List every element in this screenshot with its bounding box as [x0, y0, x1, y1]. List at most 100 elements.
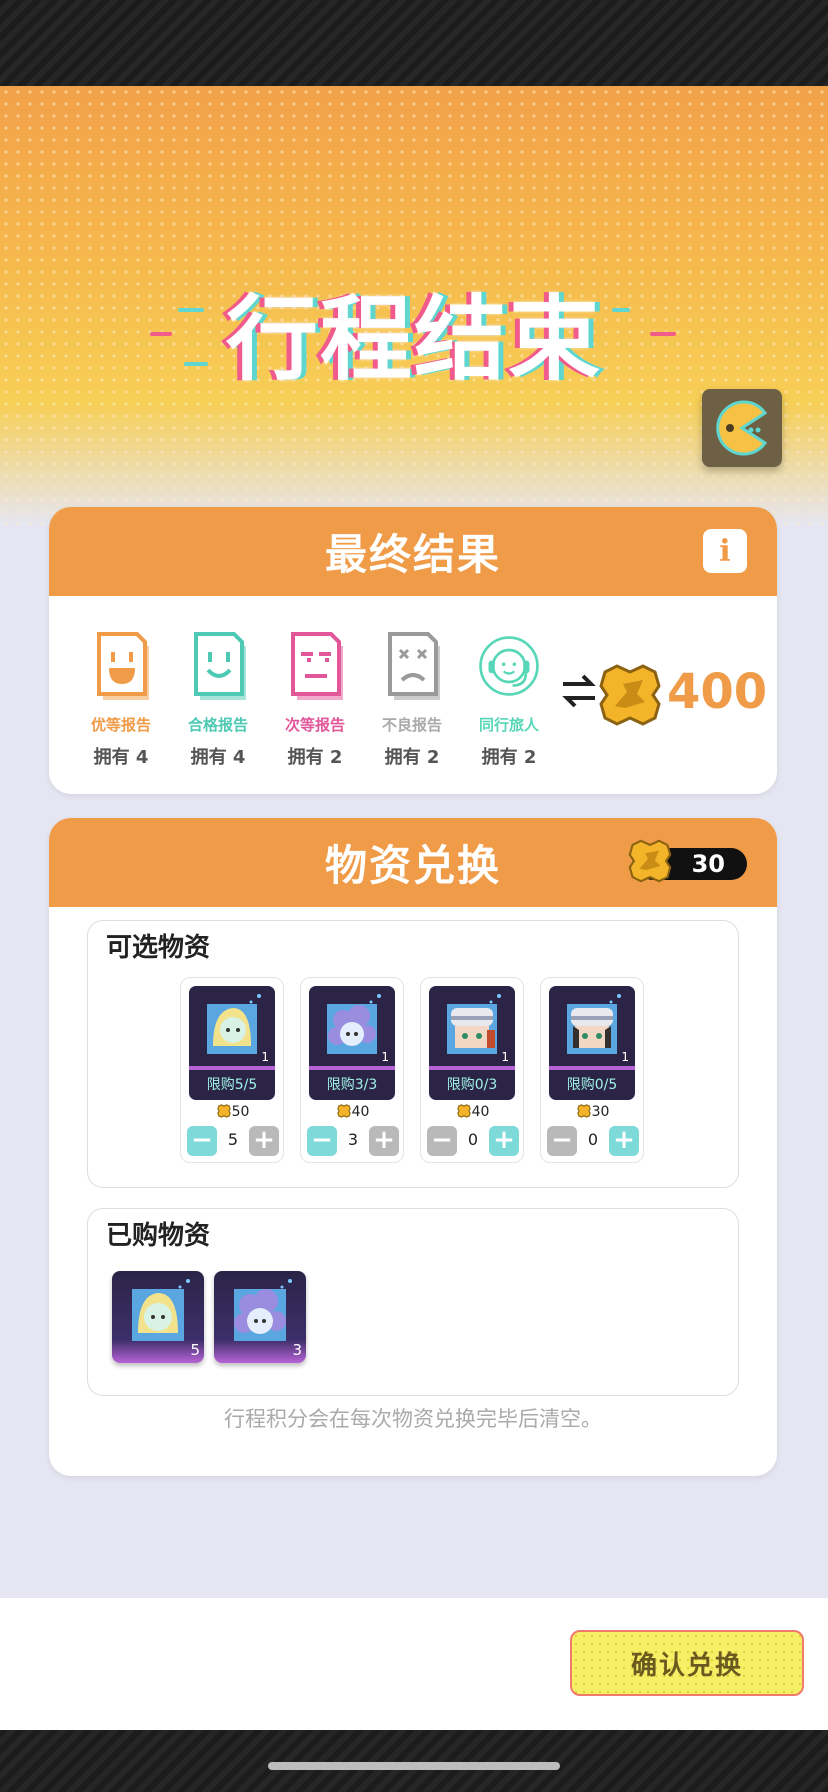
pacman-icon [716, 400, 768, 456]
goods-card: 1 限购0/5 30 − 0 + [540, 977, 644, 1163]
selectable-goods-title: 可选物资 [106, 933, 211, 963]
purchased-count: 3 [292, 1341, 302, 1359]
sad-report-icon [388, 632, 440, 700]
bottom-action-bar: 确认兑换 [0, 1598, 828, 1730]
goods-price: 40 [421, 1104, 525, 1120]
price-value: 30 [591, 1104, 610, 1120]
goods-thumbnail[interactable]: 1 限购3/3 [309, 986, 395, 1100]
trip-points-coin-icon [599, 664, 661, 726]
purchased-item[interactable]: 3 [214, 1271, 306, 1363]
decrement-button[interactable]: − [427, 1126, 457, 1156]
price-value: 50 [231, 1104, 250, 1120]
goods-card: 1 限购0/3 40 − 0 + [420, 977, 524, 1163]
goods-quantity: 1 [501, 1050, 509, 1064]
coin-icon [216, 1104, 231, 1118]
report-companion: 同行旅人 拥有 2 [461, 630, 557, 769]
report-label: 不良报告 [381, 716, 442, 734]
character-purple-hair-avatar-icon [234, 1279, 292, 1341]
increment-button[interactable]: + [609, 1126, 639, 1156]
increment-button[interactable]: + [249, 1126, 279, 1156]
purchase-limit: 限购5/5 [206, 1077, 258, 1093]
status-bar [0, 0, 828, 86]
goods-thumbnail[interactable]: 1 限购0/3 [429, 986, 515, 1100]
exchange-header: 物资兑换 30 [49, 818, 777, 907]
final-results-title: 最终结果 [324, 530, 501, 579]
goods-quantity: 1 [381, 1050, 389, 1064]
increment-button[interactable]: + [369, 1126, 399, 1156]
material-exchange-card: 物资兑换 30 可选物资 1 限购5/5 50 − 5 + 1 限购3/3 40… [49, 818, 777, 1476]
decrement-button[interactable]: − [187, 1126, 217, 1156]
info-icon: i [719, 533, 731, 569]
decrement-button[interactable]: − [547, 1126, 577, 1156]
reset-notice: 行程积分会在每次物资兑换完毕后清空。 [224, 1407, 602, 1431]
purchased-goods-panel: 已购物资 5 3 [87, 1208, 739, 1396]
quantity-stepper: − 0 + [425, 1126, 521, 1156]
quantity-stepper: − 0 + [545, 1126, 641, 1156]
goods-thumbnail[interactable]: 1 限购0/5 [549, 986, 635, 1100]
rarity-stripe [429, 1066, 515, 1070]
coin-icon [336, 1104, 351, 1118]
results-body: 优等报告 拥有 4 合格报告 拥有 4 次等报告 拥有 2 不良报告 拥有 2 … [49, 596, 777, 794]
stepper-value: 0 [587, 1130, 599, 1149]
goods-price: 30 [541, 1104, 645, 1120]
price-value: 40 [471, 1104, 490, 1120]
quantity-stepper: − 3 + [305, 1126, 401, 1156]
report-label: 同行旅人 [478, 716, 539, 734]
goods-price: 50 [181, 1104, 285, 1120]
stepper-value: 5 [227, 1130, 239, 1149]
quantity-stepper: − 5 + [185, 1126, 281, 1156]
character-blonde-avatar-icon [132, 1279, 190, 1341]
report-label: 合格报告 [187, 716, 248, 734]
report-count: 拥有 2 [287, 747, 343, 768]
happy-report-icon [97, 632, 149, 700]
purchase-limit: 限购0/5 [566, 1077, 618, 1093]
meh-report-icon [291, 632, 343, 700]
coin-icon [456, 1104, 471, 1118]
report-poor: 不良报告 拥有 2 [364, 630, 460, 769]
rarity-stripe [189, 1066, 275, 1070]
goods-price: 40 [301, 1104, 405, 1120]
final-results-card: 最终结果 i 优等报告 拥有 4 合格报告 拥有 4 次等报告 拥有 2 不良报… [49, 507, 777, 794]
headset-companion-icon [479, 636, 539, 696]
price-value: 40 [351, 1104, 370, 1120]
report-count: 拥有 2 [481, 747, 537, 768]
pacman-menu-button[interactable] [702, 389, 782, 467]
confirm-exchange-label: 确认兑换 [630, 1650, 743, 1681]
goods-quantity: 1 [261, 1050, 269, 1064]
stepper-value: 0 [467, 1130, 479, 1149]
report-pass: 合格报告 拥有 4 [170, 630, 266, 769]
hero-title-wrapper: 行程结束 [150, 266, 678, 396]
rarity-stripe [309, 1066, 395, 1070]
report-label: 优等报告 [90, 716, 151, 734]
purchased-count: 5 [190, 1341, 200, 1359]
system-nav-area [0, 1730, 828, 1792]
stepper-value: 3 [347, 1130, 359, 1149]
report-count: 拥有 2 [384, 747, 440, 768]
report-excellent: 优等报告 拥有 4 [73, 630, 169, 769]
rarity-stripe [549, 1066, 635, 1070]
report-count: 拥有 4 [190, 747, 246, 768]
coin-icon [576, 1104, 591, 1118]
purchased-goods-title: 已购物资 [106, 1221, 211, 1251]
increment-button[interactable]: + [489, 1126, 519, 1156]
exchange-title: 物资兑换 [324, 841, 501, 890]
total-points-value: 400 [667, 664, 768, 720]
purchase-limit: 限购0/3 [446, 1077, 498, 1093]
purchased-item[interactable]: 5 [112, 1271, 204, 1363]
goods-card: 1 限购3/3 40 − 3 + [300, 977, 404, 1163]
report-count: 拥有 4 [93, 747, 149, 768]
decrement-button[interactable]: − [307, 1126, 337, 1156]
goods-quantity: 1 [621, 1050, 629, 1064]
smile-report-icon [194, 632, 246, 700]
report-label: 次等报告 [284, 716, 345, 734]
purchase-limit: 限购3/3 [326, 1077, 378, 1093]
points-coin-icon [628, 839, 672, 883]
home-indicator[interactable] [268, 1762, 560, 1770]
page-title: 行程结束 [225, 285, 602, 393]
goods-thumbnail[interactable]: 1 限购5/5 [189, 986, 275, 1100]
info-button[interactable]: i [703, 529, 747, 573]
confirm-exchange-button[interactable]: 确认兑换 [570, 1630, 804, 1696]
exchange-arrows-icon [562, 674, 596, 708]
final-results-header: 最终结果 i [49, 507, 777, 596]
selectable-goods-panel: 可选物资 1 限购5/5 50 − 5 + 1 限购3/3 40 − 3 + 1… [87, 920, 739, 1188]
